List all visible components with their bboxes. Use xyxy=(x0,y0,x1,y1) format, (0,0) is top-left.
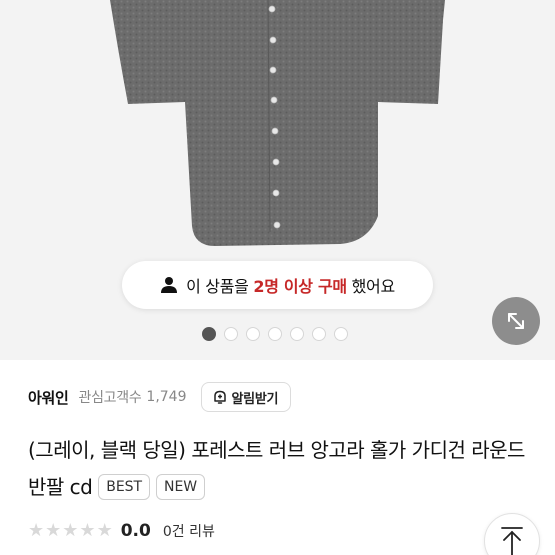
alarm-label: 알림받기 xyxy=(231,391,279,407)
star-icon: ★ xyxy=(96,520,113,541)
seller-info: 아워인 관심고객수 1,749 알림받기 xyxy=(28,381,292,413)
review-count[interactable]: 0건 리뷰 xyxy=(163,521,215,541)
notice-highlight: 2명 이상 구매 xyxy=(253,277,347,296)
notice-prefix: 이 상품을 xyxy=(186,277,249,296)
alarm-subscribe-button[interactable]: 알림받기 xyxy=(200,382,292,412)
product-image-carousel[interactable]: 이 상품을 2명 이상 구매 했어요 xyxy=(0,0,555,360)
star-icon: ★ xyxy=(79,520,96,541)
carousel-indicator xyxy=(202,327,348,341)
person-icon xyxy=(161,277,178,293)
notice-suffix: 했어요 xyxy=(351,277,396,296)
expand-image-button[interactable] xyxy=(492,297,540,345)
carousel-dot[interactable] xyxy=(312,327,326,341)
purchase-count-notice: 이 상품을 2명 이상 구매 했어요 xyxy=(122,261,433,309)
star-icon: ★ xyxy=(45,520,62,541)
seller-name[interactable]: 아워인 xyxy=(28,387,69,408)
product-title-block: (그레이, 블랙 당일) 포레스트 러브 앙고라 홀가 가디건 라운드 반팔 c… xyxy=(28,432,548,506)
carousel-dot[interactable] xyxy=(202,327,216,341)
best-badge: BEST xyxy=(98,474,151,500)
star-icon: ★ xyxy=(62,520,79,541)
rating-stars: ★ ★ ★ ★ ★ xyxy=(28,522,113,540)
new-badge: NEW xyxy=(155,474,206,500)
star-icon: ★ xyxy=(28,520,45,541)
scroll-to-top-button[interactable] xyxy=(484,513,540,555)
rating-summary[interactable]: ★ ★ ★ ★ ★ 0.0 0건 리뷰 xyxy=(28,518,215,544)
follower-label: 관심고객수 xyxy=(78,390,142,406)
carousel-dot[interactable] xyxy=(224,327,238,341)
carousel-dot[interactable] xyxy=(246,327,260,341)
carousel-dot[interactable] xyxy=(290,327,304,341)
follower-count: 1,749 xyxy=(146,389,187,405)
carousel-dot[interactable] xyxy=(268,327,282,341)
carousel-dot[interactable] xyxy=(334,327,348,341)
expand-arrows-icon xyxy=(508,313,524,329)
rating-value: 0.0 xyxy=(120,521,151,541)
arrow-up-icon xyxy=(501,527,523,555)
bell-plus-icon xyxy=(213,390,226,404)
